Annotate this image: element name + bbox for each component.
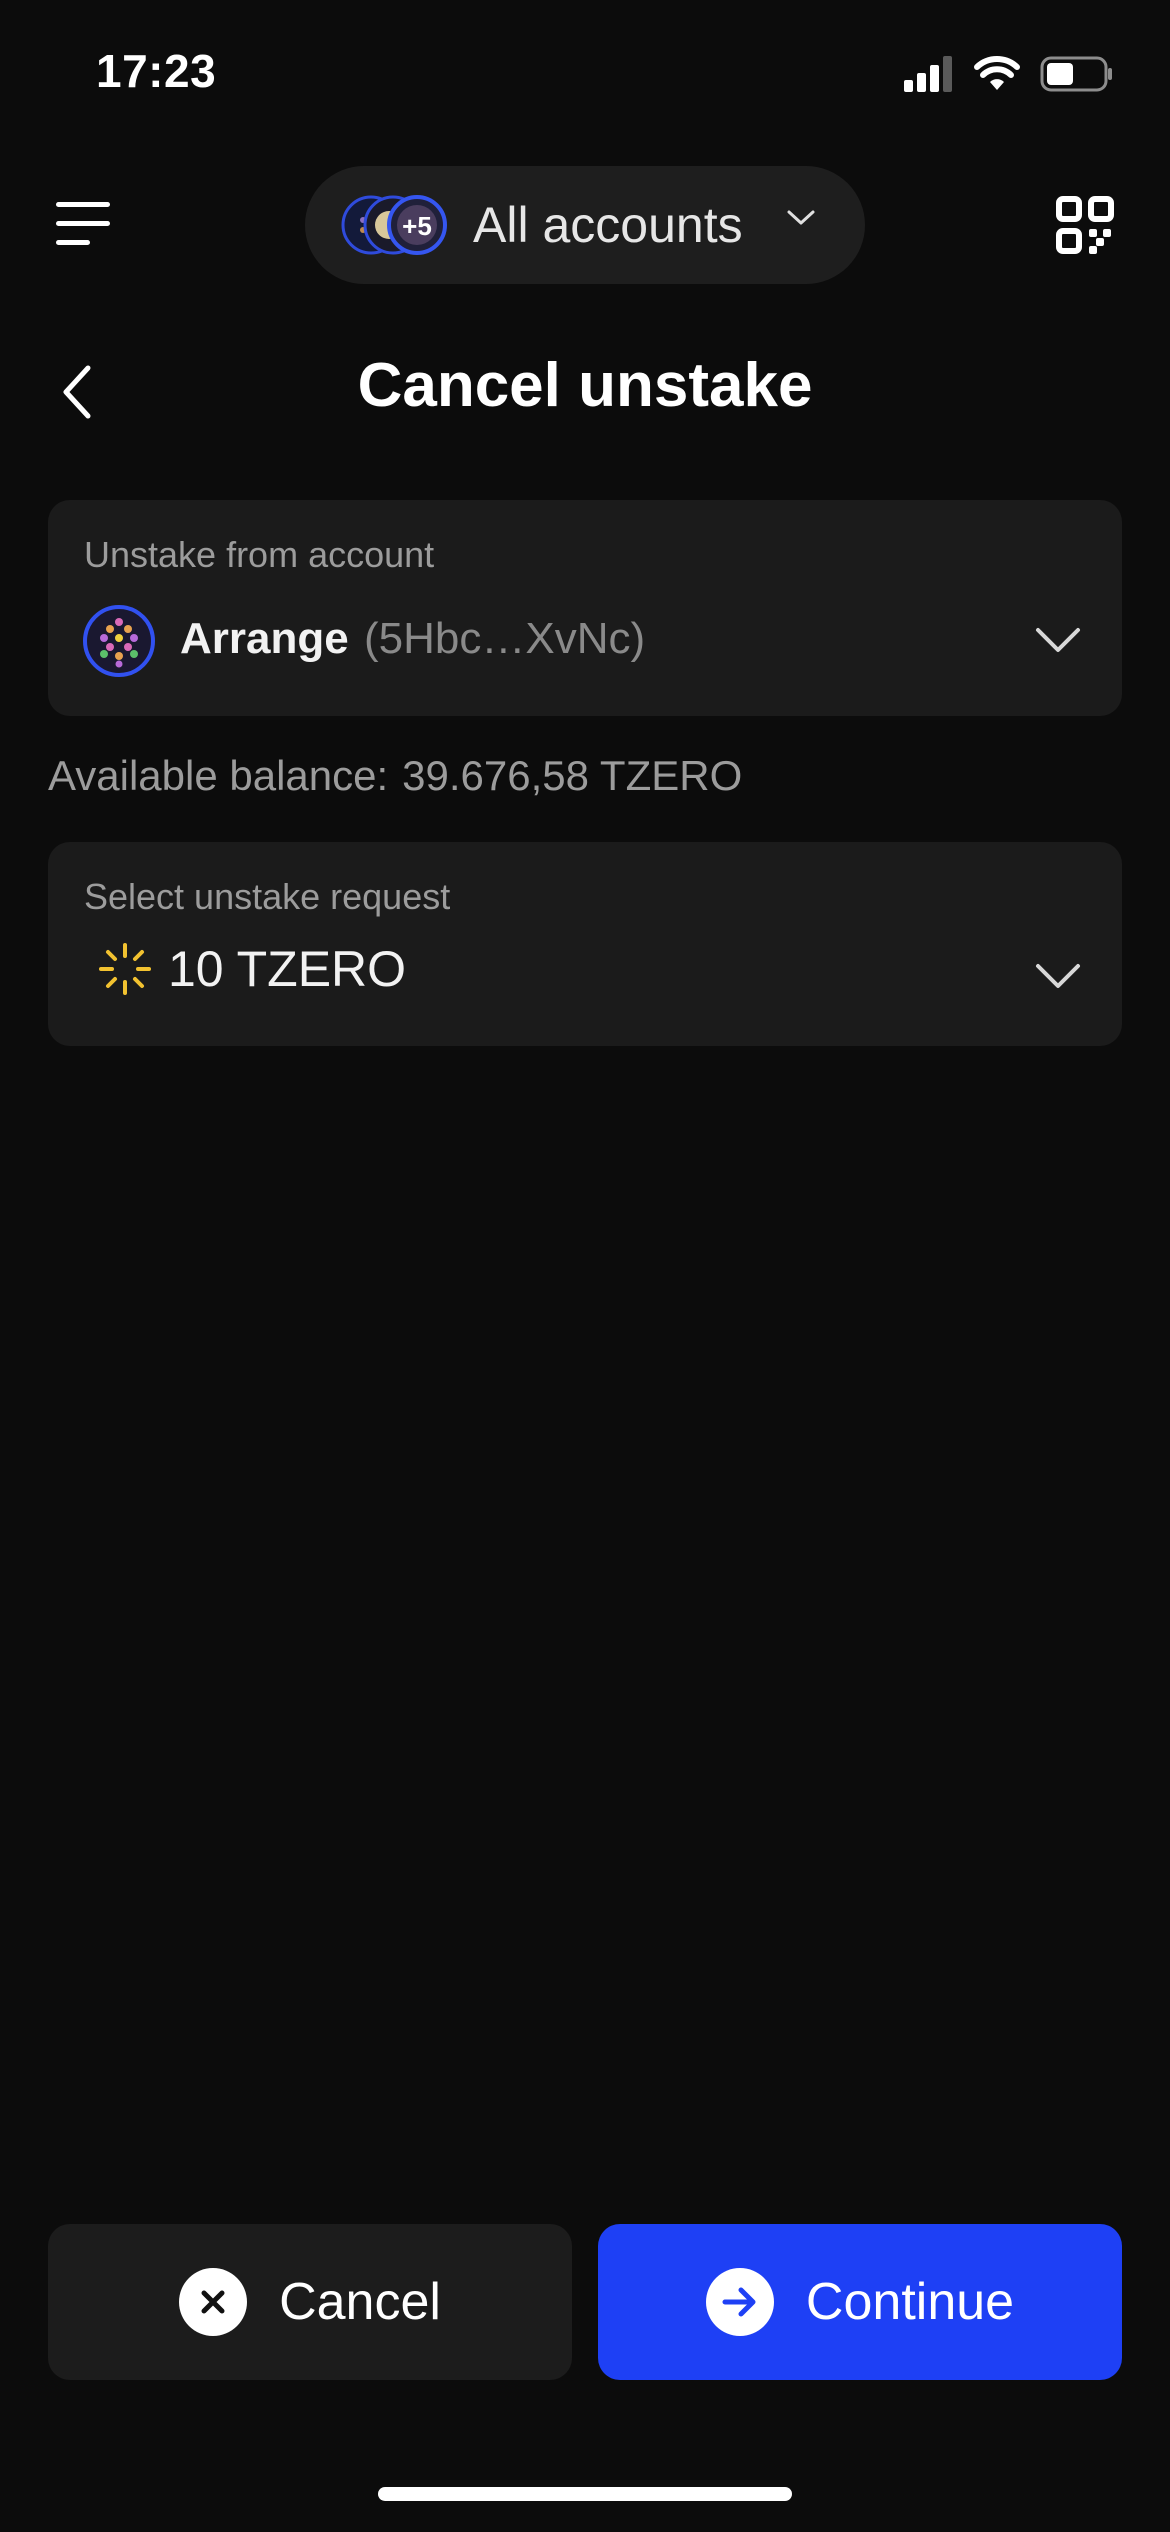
- cellular-signal-icon: [904, 56, 952, 92]
- qr-scan-button[interactable]: [1056, 196, 1114, 254]
- close-icon: [179, 2268, 248, 2336]
- cancel-button-label: Cancel: [279, 2273, 441, 2331]
- chevron-down-icon: [1036, 964, 1080, 988]
- unstake-account-selector[interactable]: Unstake from account Arrange (5Hbc…XvNc): [48, 500, 1122, 716]
- battery-icon: [1040, 56, 1112, 92]
- chevron-down-icon: [1036, 628, 1080, 652]
- continue-button[interactable]: Continue: [598, 2224, 1122, 2380]
- home-indicator[interactable]: [378, 2487, 792, 2501]
- account-name: Arrange: [180, 614, 349, 663]
- account-avatars-stack: +5: [341, 195, 447, 255]
- hamburger-menu-icon: [56, 202, 110, 245]
- account-selector-pill[interactable]: +5 All accounts: [305, 166, 865, 284]
- request-field-label: Select unstake request: [84, 876, 451, 917]
- account-field-label: Unstake from account: [84, 534, 435, 575]
- available-balance: Available balance: 39.676,58 TZERO: [48, 752, 742, 800]
- account-address: (5Hbc…XvNc): [364, 614, 646, 663]
- pending-spinner-icon: [99, 943, 151, 995]
- menu-button[interactable]: [54, 196, 114, 252]
- request-value: 10 TZERO: [168, 941, 407, 997]
- status-time: 17:23: [96, 45, 217, 97]
- balance-value: 39.676,58 TZERO: [402, 752, 743, 799]
- pill-badge: +5: [402, 211, 432, 241]
- balance-label: Available balance:: [48, 752, 389, 799]
- qr-code-icon: [1056, 196, 1114, 254]
- cancel-button[interactable]: Cancel: [48, 2224, 572, 2380]
- continue-button-label: Continue: [805, 2273, 1015, 2331]
- page-title: Cancel unstake: [357, 351, 813, 420]
- arrow-right-icon: [705, 2268, 774, 2336]
- account-avatar: [83, 605, 155, 677]
- wifi-icon: [974, 56, 1020, 90]
- status-icons: [904, 52, 1114, 96]
- unstake-request-selector[interactable]: Select unstake request 10 TZERO: [48, 842, 1122, 1046]
- chevron-down-icon: [787, 210, 815, 225]
- account-selector-label: All accounts: [473, 197, 743, 253]
